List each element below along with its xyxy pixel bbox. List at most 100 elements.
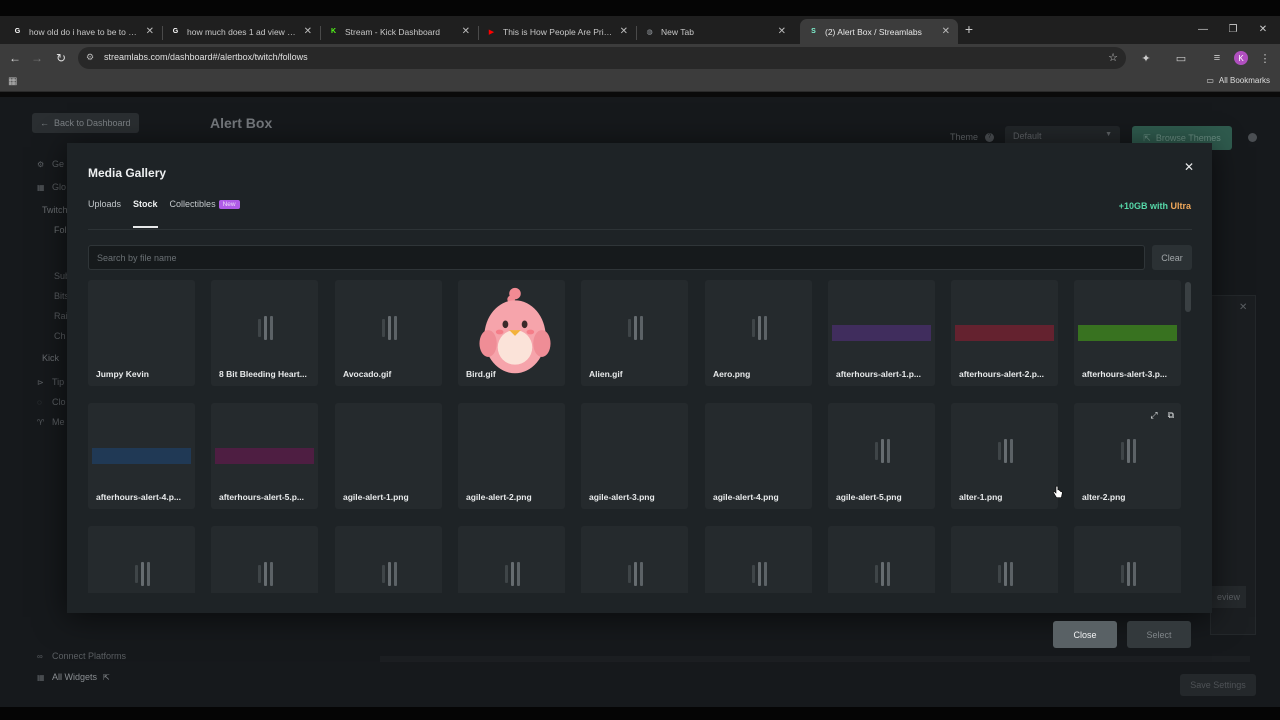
media-item[interactable] (951, 526, 1058, 593)
grid-scrollbar[interactable] (1185, 280, 1191, 593)
select-button[interactable]: Select (1127, 621, 1191, 648)
media-gallery-modal: Media Gallery ✕ Uploads Stock Collectibl… (67, 143, 1212, 648)
sidebar-item-cloudbot[interactable]: ◌ Clo (37, 397, 66, 407)
panel-close-icon[interactable]: ✕ (1239, 302, 1247, 313)
save-settings-button[interactable]: Save Settings (1180, 674, 1256, 696)
browser-tab[interactable]: Ghow old do i have to be to be a ✕ (4, 19, 162, 44)
tab-close-icon[interactable]: ✕ (620, 26, 628, 37)
media-item[interactable]: agile-alert-2.png (458, 403, 565, 509)
media-item[interactable] (705, 526, 812, 593)
ultra-upsell-link[interactable]: +10GB with Ultra (1119, 201, 1191, 211)
menu-icon[interactable]: ⋮ (1256, 49, 1274, 67)
media-item[interactable] (88, 526, 195, 593)
scrollbar-thumb[interactable] (1185, 282, 1191, 312)
browser-tab[interactable]: ◍ New Tab ✕ (636, 19, 794, 44)
back-to-dashboard-button[interactable]: ← Back to Dashboard (32, 113, 139, 133)
media-item[interactable]: Aero.png (705, 280, 812, 386)
connect-platforms-link[interactable]: ∞ Connect Platforms (37, 651, 126, 661)
media-item-name: alter-1.png (959, 492, 1003, 502)
close-button[interactable]: Close (1053, 621, 1117, 648)
media-item[interactable]: afterhours-alert-1.p... (828, 280, 935, 386)
clear-button[interactable]: Clear (1152, 245, 1192, 270)
media-item[interactable]: Alien.gif (581, 280, 688, 386)
loading-bars-icon (380, 562, 400, 586)
back-arrow-icon[interactable]: ← (6, 49, 24, 67)
profile-avatar[interactable]: K (1234, 51, 1248, 65)
expand-icon[interactable]: ⤢ (1150, 410, 1157, 421)
tab-close-icon[interactable]: ✕ (778, 26, 786, 37)
copy-icon[interactable]: ⧉ (1168, 410, 1174, 421)
restore-button[interactable]: ❐ (1222, 20, 1244, 38)
media-item[interactable]: afterhours-alert-2.p... (951, 280, 1058, 386)
sidebar-label: Ch (54, 331, 66, 341)
media-item[interactable]: agile-alert-5.png (828, 403, 935, 509)
all-bookmarks[interactable]: ▭ All Bookmarks (1206, 76, 1270, 85)
media-item[interactable]: agile-alert-3.png (581, 403, 688, 509)
media-item-name: 8 Bit Bleeding Heart... (219, 369, 307, 379)
browser-tab[interactable]: S (2) Alert Box / Streamlabs ✕ (800, 19, 958, 44)
new-tab-button[interactable]: + (962, 19, 976, 39)
media-item[interactable]: afterhours-alert-5.p... (211, 403, 318, 509)
media-item[interactable]: afterhours-alert-3.p... (1074, 280, 1181, 386)
media-item[interactable]: afterhours-alert-4.p... (88, 403, 195, 509)
media-item-name: agile-alert-2.png (466, 492, 532, 502)
media-item[interactable]: ⤢ ⧉ alter-2.png (1074, 403, 1181, 509)
browser-tab[interactable]: ▶ This is How People Are Printing ✕ (478, 19, 636, 44)
browser-toolbar: ← → ↻ ⚙ streamlabs.com/dashboard#/alertb… (0, 44, 1280, 72)
forward-arrow-icon[interactable]: → (28, 49, 46, 67)
media-item[interactable] (211, 526, 318, 593)
address-bar[interactable]: ⚙ streamlabs.com/dashboard#/alertbox/twi… (78, 47, 1126, 69)
close-icon[interactable]: ✕ (1182, 160, 1196, 174)
media-icon[interactable]: ≡ (1208, 49, 1226, 67)
tab-stock[interactable]: Stock (133, 199, 158, 229)
external-link-icon: ⇱ (103, 672, 110, 682)
media-item[interactable]: 8 Bit Bleeding Heart... (211, 280, 318, 386)
shirt-icon: ♈ (37, 417, 45, 427)
page-help-icon[interactable] (1248, 133, 1257, 142)
sidebar-item-follows[interactable]: Fol (54, 225, 67, 235)
sidebar-item-tips[interactable]: ⊳ Tip (37, 377, 64, 387)
media-item[interactable]: Jumpy Kevin (88, 280, 195, 386)
all-widgets-link[interactable]: ▦ All Widgets ⇱ (37, 672, 110, 682)
browser-tab[interactable]: K Stream - Kick Dashboard ✕ (320, 19, 478, 44)
cloud-icon: ◌ (37, 397, 42, 407)
screen: Ghow old do i have to be to be a ✕ Ghow mu… (0, 0, 1280, 720)
tab-uploads[interactable]: Uploads (88, 199, 121, 229)
minimize-button[interactable]: — (1192, 20, 1214, 38)
media-item[interactable] (1074, 526, 1181, 593)
sidebar-item-merch[interactable]: ♈ Me (37, 417, 65, 427)
media-item[interactable] (335, 526, 442, 593)
tab-close-icon[interactable]: ✕ (942, 26, 950, 37)
media-item[interactable]: Avocado.gif (335, 280, 442, 386)
media-item[interactable]: agile-alert-4.png (705, 403, 812, 509)
sidebar-item-global[interactable]: ▦ Glo (37, 182, 66, 192)
sidebar-item-charity[interactable]: Ch (54, 331, 66, 341)
media-item[interactable] (458, 526, 565, 593)
media-item[interactable] (581, 526, 688, 593)
review-button[interactable]: eview (1210, 586, 1246, 608)
tab-collectibles[interactable]: Collectibles New (170, 199, 240, 229)
apps-grid-icon[interactable]: ▦ (8, 76, 20, 88)
search-input[interactable] (88, 245, 1145, 270)
sidebar-item-raids[interactable]: Rai (54, 311, 68, 321)
browser-tab[interactable]: Ghow much does 1 ad view prov ✕ (162, 19, 320, 44)
cast-icon[interactable]: ▭ (1172, 49, 1190, 67)
tabs-divider (88, 229, 1192, 230)
tab-close-icon[interactable]: ✕ (146, 26, 154, 37)
widgets-icon: ▦ (37, 672, 45, 682)
tab-close-icon[interactable]: ✕ (304, 26, 312, 37)
site-info-icon[interactable]: ⚙ (86, 52, 98, 64)
media-item[interactable] (828, 526, 935, 593)
sidebar-item-general[interactable]: ⚙ Ge (37, 159, 64, 169)
window-close-button[interactable]: ✕ (1252, 20, 1274, 38)
media-item[interactable]: agile-alert-1.png (335, 403, 442, 509)
media-item-name: Aero.png (713, 369, 751, 379)
extensions-icon[interactable]: ✦ (1137, 49, 1155, 67)
help-icon[interactable]: ? (985, 133, 994, 142)
bookmark-star-icon[interactable]: ☆ (1108, 51, 1118, 64)
tab-label: Uploads (88, 199, 122, 209)
media-item[interactable]: Bird.gif (458, 280, 565, 386)
tab-close-icon[interactable]: ✕ (462, 26, 470, 37)
media-item[interactable]: alter-1.png (951, 403, 1058, 509)
reload-icon[interactable]: ↻ (52, 49, 70, 67)
